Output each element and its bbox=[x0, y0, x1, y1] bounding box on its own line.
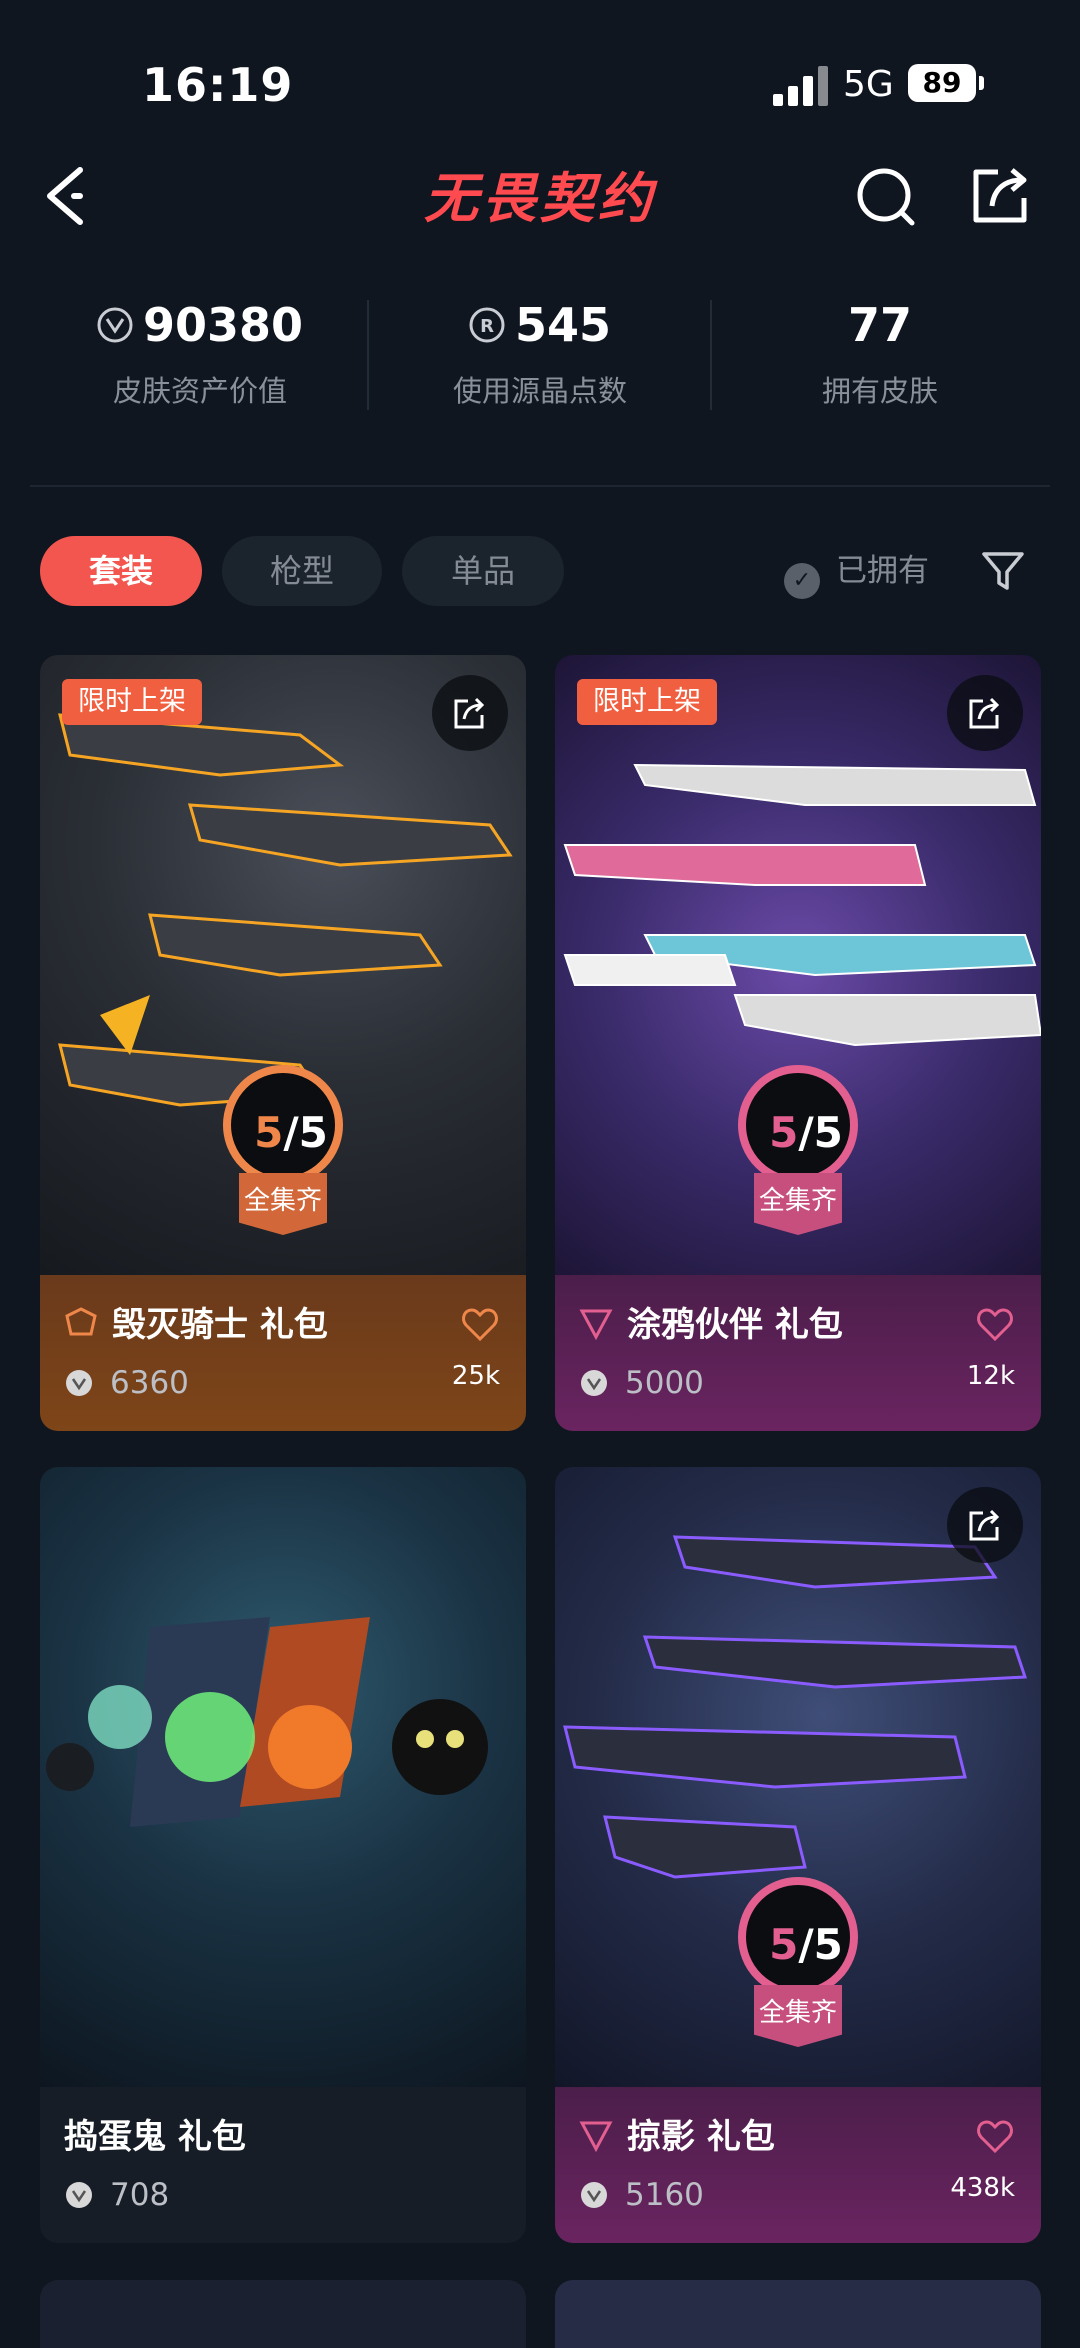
filter-icon bbox=[982, 552, 1024, 590]
share-icon bbox=[973, 168, 1027, 223]
vp-coin-icon bbox=[581, 2182, 607, 2208]
bundle-artwork bbox=[40, 1467, 526, 2087]
owned-toggle[interactable]: ✓ 已拥有 bbox=[784, 536, 929, 606]
network-type: 5G bbox=[843, 64, 894, 105]
checkmark-icon: ✓ bbox=[784, 563, 820, 599]
status-time: 16:19 bbox=[142, 58, 294, 112]
stat-value: 545 bbox=[514, 298, 612, 352]
status-bar: 16:19 5G 89 bbox=[0, 0, 1080, 140]
bundle-price: 5000 bbox=[625, 1365, 704, 1401]
vp-coin-icon bbox=[66, 1370, 92, 1396]
vp-coin-icon bbox=[66, 2182, 92, 2208]
divider bbox=[30, 485, 1050, 487]
stat-value: 90380 bbox=[142, 298, 304, 352]
bundle-card[interactable]: 限时上架 5/5 全集齐 毁灭骑士 礼包 6360 25k bbox=[40, 655, 526, 1431]
back-button[interactable] bbox=[40, 150, 100, 250]
tier-icon bbox=[579, 1309, 613, 1340]
bundle-card[interactable]: 5/5 全集齐 掠影 礼包 5160 438k bbox=[555, 1467, 1041, 2243]
filter-button[interactable] bbox=[980, 548, 1026, 594]
tab-bundles[interactable]: 套装 bbox=[40, 536, 202, 606]
share-icon bbox=[969, 1509, 1000, 1541]
tab-single-items[interactable]: 单品 bbox=[402, 536, 564, 606]
bundle-artwork: 限时上架 5/5 全集齐 bbox=[555, 655, 1041, 1275]
tab-weapon-type[interactable]: 枪型 bbox=[222, 536, 382, 606]
bundle-artwork: 5/5 全集齐 bbox=[555, 1467, 1041, 2087]
limited-time-tag: 限时上架 bbox=[577, 679, 717, 725]
card-share-button[interactable] bbox=[947, 675, 1023, 751]
chevron-left-icon bbox=[47, 167, 83, 225]
heart-icon[interactable] bbox=[975, 1305, 1015, 1345]
stat-owned-skins: 77 拥有皮肤 bbox=[710, 290, 1050, 420]
bundle-card[interactable]: 捣蛋鬼 礼包 708 bbox=[40, 1467, 526, 2243]
share-icon bbox=[454, 697, 485, 729]
svg-text:R: R bbox=[480, 316, 494, 337]
bundle-price: 6360 bbox=[110, 1365, 189, 1401]
bundle-info: 涂鸦伙伴 礼包 5000 12k bbox=[555, 1275, 1041, 1431]
bundle-title: 涂鸦伙伴 礼包 bbox=[627, 1305, 843, 1345]
bundle-price: 708 bbox=[110, 2177, 170, 2213]
bundle-info: 掠影 礼包 5160 438k bbox=[555, 2087, 1041, 2243]
creature-art bbox=[46, 1617, 488, 1827]
like-count: 25k bbox=[451, 1361, 500, 1391]
bundle-title: 毁灭骑士 礼包 bbox=[112, 1305, 328, 1345]
collection-label: 全集齐 bbox=[754, 1985, 842, 2047]
vp-coin-icon bbox=[97, 307, 133, 343]
bundle-price: 5160 bbox=[625, 2177, 704, 2213]
bundle-info: 捣蛋鬼 礼包 708 bbox=[40, 2087, 526, 2243]
collection-badge: 5/5 全集齐 bbox=[738, 1065, 858, 1285]
bundle-info: 毁灭骑士 礼包 6360 25k bbox=[40, 1275, 526, 1431]
search-icon bbox=[857, 168, 915, 226]
stat-label: 皮肤资产价值 bbox=[112, 374, 287, 408]
battery-icon: 89 bbox=[908, 64, 984, 102]
heart-icon[interactable] bbox=[975, 2117, 1015, 2157]
collection-badge: 5/5 全集齐 bbox=[738, 1877, 858, 2097]
stat-radianite: R 545 使用源晶点数 bbox=[370, 290, 710, 420]
bundle-artwork: 限时上架 5/5 全集齐 bbox=[40, 655, 526, 1275]
bundle-card[interactable]: 限时上架 5/5 全集齐 涂鸦伙伴 礼包 5000 12k bbox=[555, 655, 1041, 1431]
collection-badge: 5/5 全集齐 bbox=[223, 1065, 343, 1285]
bundle-card[interactable] bbox=[40, 2280, 526, 2348]
app-header: 无畏契约 bbox=[0, 140, 1080, 270]
card-share-button[interactable] bbox=[432, 675, 508, 751]
bundle-title: 掠影 礼包 bbox=[627, 2117, 775, 2157]
share-button[interactable] bbox=[962, 150, 1042, 240]
stat-value: 77 bbox=[847, 298, 912, 352]
stat-skin-value: 90380 皮肤资产价值 bbox=[30, 290, 370, 420]
vp-coin-icon bbox=[581, 1370, 607, 1396]
heart-icon[interactable] bbox=[460, 1305, 500, 1345]
limited-time-tag: 限时上架 bbox=[62, 679, 202, 725]
signal-icon bbox=[773, 66, 829, 106]
divider bbox=[367, 300, 369, 410]
card-share-button[interactable] bbox=[947, 1487, 1023, 1563]
radianite-icon: R bbox=[469, 307, 505, 343]
bundle-title: 捣蛋鬼 礼包 bbox=[64, 2117, 246, 2157]
tier-icon bbox=[65, 1307, 97, 1336]
stat-label: 拥有皮肤 bbox=[821, 374, 938, 408]
collection-label: 全集齐 bbox=[239, 1173, 327, 1235]
bundle-card[interactable] bbox=[555, 2280, 1041, 2348]
like-count: 12k bbox=[966, 1361, 1015, 1391]
like-count: 438k bbox=[950, 2173, 1015, 2203]
stat-label: 使用源晶点数 bbox=[452, 374, 627, 408]
search-button[interactable] bbox=[848, 150, 928, 240]
stats-summary: 90380 皮肤资产价值 R 545 使用源晶点数 77 拥有皮肤 bbox=[30, 290, 1050, 420]
owned-label: 已拥有 bbox=[836, 553, 929, 589]
collection-label: 全集齐 bbox=[754, 1173, 842, 1235]
tier-icon bbox=[579, 2121, 613, 2152]
app-logo: 无畏契约 bbox=[424, 167, 656, 230]
share-icon bbox=[969, 697, 1000, 729]
